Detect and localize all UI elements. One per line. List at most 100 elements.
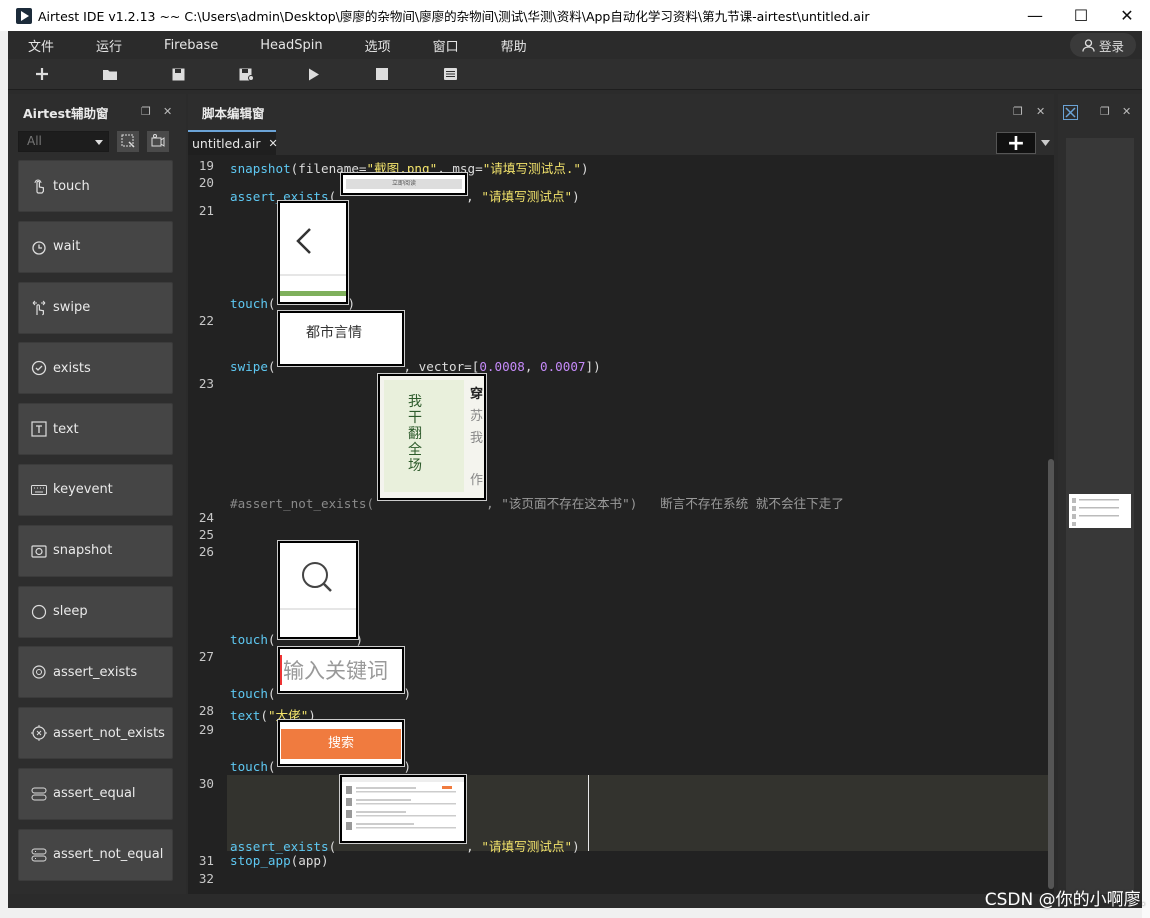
api-keyevent[interactable]: keyevent (18, 463, 173, 516)
code-token: "请填写测试点" (481, 839, 573, 854)
tab-close-icon[interactable]: ✕ (268, 137, 277, 150)
api-touch[interactable]: touch (18, 160, 173, 212)
code-token: ( (267, 359, 276, 374)
cover-char: 干 (408, 410, 422, 426)
screenshot-thumbnail[interactable] (277, 540, 359, 640)
book-cover: 我 干 翻 全 场 (384, 380, 464, 492)
api-swipe[interactable]: swipe (18, 281, 173, 334)
tools-icon[interactable] (1063, 105, 1078, 120)
stop-button[interactable] (348, 59, 416, 89)
api-filter-select[interactable]: All (18, 130, 109, 152)
open-button[interactable] (76, 59, 144, 89)
title-bar: Airtest IDE v1.2.13 ~~ C:\Users\admin\De… (0, 0, 1150, 31)
category-label-thumb: 都市言情 (306, 325, 362, 341)
close-panel-button[interactable]: ✕ (163, 105, 172, 118)
line-number: 30 (198, 776, 214, 791)
line-number: 23 (198, 376, 214, 391)
cover-char: 穿 (470, 387, 484, 402)
api-list: touch wait swipe exists text keyevent sn… (18, 160, 173, 890)
screenshot-thumbnail[interactable]: 立即阅读 (340, 172, 468, 196)
log-button[interactable] (416, 59, 484, 89)
save-button[interactable] (144, 59, 212, 89)
code-comment: , "该页面不存在这本书") 断言不存在系统 就不会往下走了 (486, 496, 844, 511)
api-label: sleep (53, 604, 88, 620)
api-assert-not-equal[interactable]: assert_not_equal (18, 828, 173, 881)
cover-char: 作 (470, 473, 484, 488)
code-area[interactable]: 19 20 21 22 23 24 25 26 27 28 29 30 31 3… (188, 155, 1054, 894)
code-token: "请填写测试点" (481, 189, 573, 204)
api-label: wait (53, 239, 81, 255)
device-screen-area[interactable] (1066, 138, 1134, 894)
api-exists[interactable]: exists (18, 342, 173, 395)
back-arrow-icon (280, 228, 346, 296)
stop-icon (376, 68, 388, 80)
search-placeholder-thumb: 输入关键词 (283, 659, 388, 683)
code-token: ) (347, 296, 356, 311)
maximize-button[interactable]: ☐ (1058, 0, 1104, 31)
new-icon (36, 68, 48, 80)
cover-char: 我 (408, 394, 422, 410)
run-button[interactable] (280, 59, 348, 89)
text-box-icon (31, 421, 47, 437)
code-token: ) (403, 686, 412, 701)
code-line-23: #assert_not_exists(, "该页面不存在这本书") 断言不存在系… (230, 493, 844, 512)
new-tab-button[interactable]: + (996, 131, 1054, 156)
line-number: 26 (198, 544, 214, 559)
api-snapshot[interactable]: snapshot (18, 524, 173, 577)
close-button[interactable]: ✕ (1104, 0, 1150, 31)
book-title-side: 穿 苏 我 作 (470, 384, 483, 492)
api-sleep[interactable]: sleep (18, 585, 173, 638)
menu-window[interactable]: 窗口 (413, 36, 481, 55)
tab-untitled[interactable]: untitled.air ✕ (188, 130, 278, 155)
select-screenshot-button[interactable] (117, 130, 139, 152)
search-results-thumbnail[interactable] (339, 774, 467, 844)
desktop-edge (1142, 31, 1150, 918)
float-editor-button[interactable]: ❐ (1013, 105, 1023, 118)
code-token: , (466, 189, 482, 204)
new-button[interactable] (8, 59, 76, 89)
dropdown-icon[interactable] (1036, 132, 1054, 154)
api-assert-not-exists[interactable]: assert_not_exists (18, 707, 173, 760)
panel-title: Airtest辅助窗 (23, 105, 109, 121)
device-panel: ❐ ✕ (1058, 94, 1142, 894)
close-editor-button[interactable]: ✕ (1036, 105, 1045, 118)
code-token: touch (230, 632, 268, 647)
code-token: text (230, 708, 261, 723)
target-icon (32, 665, 46, 679)
api-assert-equal[interactable]: assert_equal (18, 767, 173, 820)
record-button[interactable] (147, 130, 169, 152)
screenshot-thumbnail[interactable]: 输入关键词 (277, 646, 405, 694)
code-token: 0.0008 (479, 359, 525, 374)
screenshot-thumbnail[interactable]: 都市言情 (277, 310, 405, 367)
login-button[interactable]: 登录 (1070, 33, 1136, 57)
clock-icon (32, 241, 46, 255)
menu-options[interactable]: 选项 (345, 36, 413, 55)
code-token: ) (572, 189, 580, 204)
code-token: ) (581, 161, 589, 176)
api-text[interactable]: text (18, 403, 173, 456)
menu-file[interactable]: 文件 (8, 36, 76, 55)
vertical-scrollbar[interactable] (1048, 459, 1054, 889)
api-wait[interactable]: wait (18, 220, 173, 273)
save-as-button[interactable] (212, 59, 280, 89)
menu-help[interactable]: 帮助 (481, 36, 549, 55)
status-bar (8, 894, 1142, 908)
menu-headspin[interactable]: HeadSpin (240, 38, 344, 53)
screenshot-thumbnail[interactable]: 搜索 (277, 719, 405, 767)
screenshot-thumbnail[interactable] (277, 200, 349, 305)
float-panel-button[interactable]: ❐ (141, 105, 151, 118)
menu-firebase[interactable]: Firebase (144, 38, 240, 53)
book-cover-thumbnail[interactable]: 我 干 翻 全 场 穿 苏 我 作 (377, 373, 487, 501)
api-assert-exists[interactable]: assert_exists (18, 646, 173, 699)
line-number: 29 (198, 722, 214, 737)
line-number: 32 (198, 871, 214, 886)
menu-run[interactable]: 运行 (76, 36, 144, 55)
api-label: assert_not_exists (53, 725, 165, 741)
airtest-helper-panel: Airtest辅助窗 ❐ ✕ All touch wait swipe exis… (8, 94, 186, 894)
code-token: ( (267, 686, 276, 701)
window: Airtest IDE v1.2.13 ~~ C:\Users\admin\De… (0, 0, 1150, 918)
minimize-button[interactable]: — (1012, 0, 1058, 31)
moon-icon (31, 604, 47, 619)
float-device-button[interactable]: ❐ (1100, 105, 1110, 118)
close-device-button[interactable]: ✕ (1122, 105, 1131, 118)
